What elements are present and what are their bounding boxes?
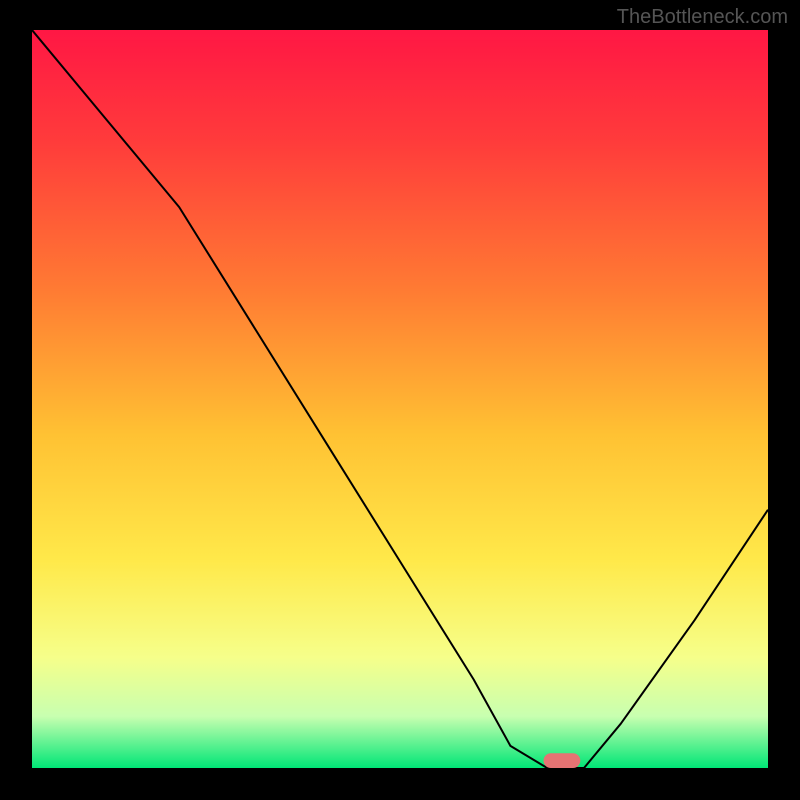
chart-background (32, 30, 768, 768)
bottleneck-chart (32, 30, 768, 768)
watermark-label: TheBottleneck.com (617, 6, 788, 29)
chart-plot-area (32, 30, 768, 768)
optimal-marker (544, 753, 581, 768)
